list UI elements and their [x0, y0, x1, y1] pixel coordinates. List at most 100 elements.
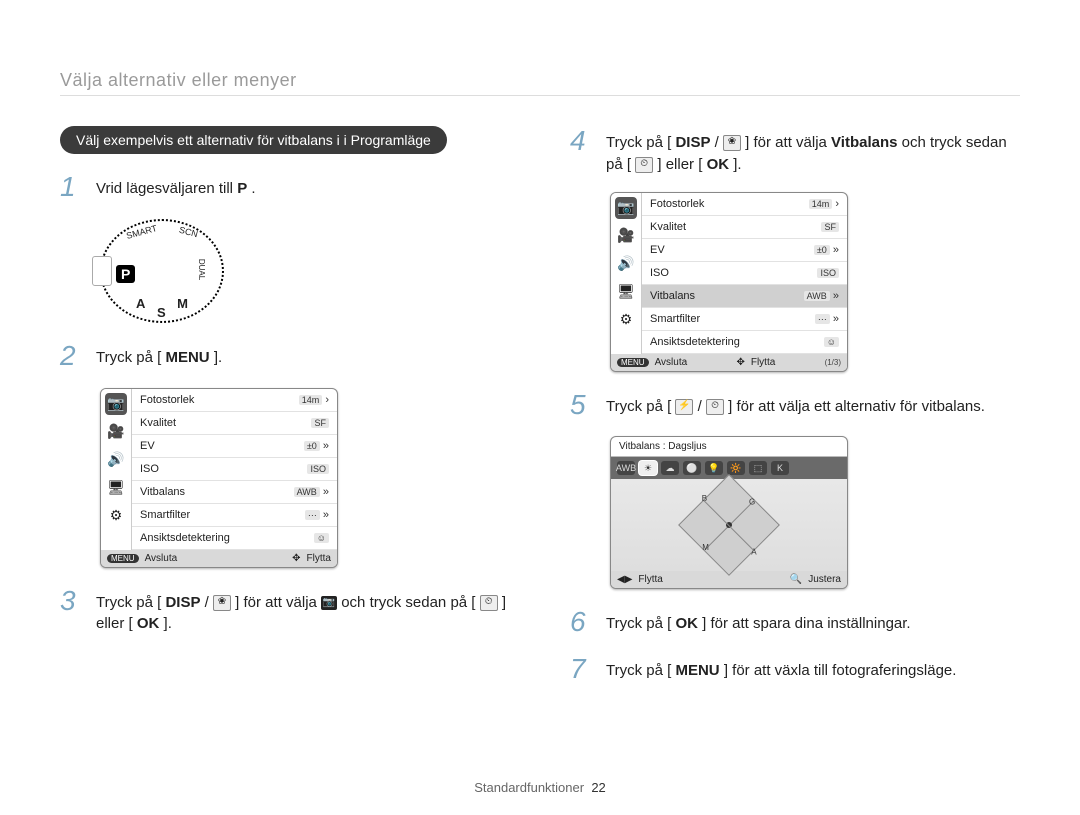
page-footer: Standardfunktioner 22 [0, 780, 1080, 795]
step-2: 2 Tryck på [ MENU ]. [60, 341, 510, 372]
row-label: Fotostorlek [140, 394, 194, 406]
row-label: Ansiktsdetektering [650, 336, 740, 348]
list-item: Kvalitet SF [642, 216, 847, 239]
step-7: 7 Tryck på [ MENU ] för att växla till f… [570, 654, 1020, 685]
list-item: KvalitetSF [132, 412, 337, 435]
text: Tryck på [ [606, 134, 671, 151]
list-item: Ansiktsdetektering ☺ [132, 527, 337, 550]
step-number: 7 [570, 654, 592, 685]
row-value: 14m [299, 395, 323, 405]
footer-page-number: 22 [591, 780, 605, 795]
row-label: Fotostorlek [650, 198, 704, 210]
text: Tryck på [ [96, 594, 161, 611]
mode-dial-a: A [136, 296, 145, 311]
wb-chip-selected: ☀ [639, 461, 657, 475]
mode-dial-m: M [177, 296, 188, 311]
wb-chip: ☁ [661, 461, 679, 475]
row-value: ISO [817, 268, 839, 278]
row-value: ☺ [314, 533, 329, 543]
step-text: Tryck på [ OK ] för att spara dina instä… [606, 607, 911, 638]
text: Tryck på [ [606, 615, 671, 632]
example-pill: Välj exempelvis ett alternativ för vitba… [60, 126, 447, 154]
lcd-menu-list: Fotostorlek14m › Kvalitet SF EV ±0 » ISOIS… [642, 193, 847, 354]
row-arrow: » [833, 313, 839, 325]
axis-a: A [751, 548, 756, 557]
footer-section-label: Standardfunktioner [474, 780, 584, 795]
footer-move-label: Flytta [751, 357, 775, 368]
step-text: Tryck på [ MENU ] för att växla till fot… [606, 654, 956, 685]
mode-dial-smart: SMART [125, 223, 158, 241]
row-label: Kvalitet [650, 221, 686, 233]
list-item: Smartfilter⋯ » [132, 504, 337, 527]
sound-tab-icon: 🔊 [615, 253, 637, 275]
row-value: ⋯ [305, 510, 320, 520]
list-item-selected: Vitbalans AWB » [642, 285, 847, 308]
text: Tryck på [ [606, 662, 671, 679]
sound-tab-icon: 🔊 [105, 449, 127, 471]
row-label: Kvalitet [140, 417, 176, 429]
row-label: ISO [140, 463, 159, 475]
row-value: ±0 [814, 245, 830, 255]
two-column-layout: Välj exempelvis ett alternativ för vitba… [60, 126, 1020, 701]
right-column: 4 Tryck på [ DISP / ❀ ] för att välja Vi… [570, 126, 1020, 701]
row-value: SF [821, 222, 839, 232]
wb-title: Vitbalans : Dagsljus [611, 437, 847, 457]
row-arrow: » [323, 509, 329, 521]
wb-chip: K [771, 461, 789, 475]
timer-icon: ⏲ [480, 595, 498, 611]
wb-center-dot [725, 521, 733, 529]
list-item: Smartfilter⋯ » [642, 308, 847, 331]
wb-chip: 🔆 [727, 461, 745, 475]
wb-diamond: G M B A [678, 474, 780, 576]
text: ]. [164, 615, 172, 632]
display-tab-icon: 🖥 [615, 281, 637, 303]
text: Vrid lägesväljaren till [96, 180, 237, 197]
ok-button-label: OK [137, 615, 160, 632]
menu-pill-icon: MENU [107, 554, 139, 563]
row-label: EV [650, 244, 665, 256]
step-number: 2 [60, 341, 82, 372]
row-value: ☺ [824, 337, 839, 347]
wb-adjust-canvas: G M B A [611, 479, 847, 571]
mode-p-letter: P [237, 180, 247, 197]
text: ] för att växla till fotograferingsläge. [724, 662, 957, 679]
row-arrow: » [833, 290, 839, 302]
mode-dial-scn: SCN [178, 225, 199, 240]
lcd-footer: MENU Avsluta ✥ Flytta [101, 550, 337, 567]
footer-adjust-label: Justera [808, 574, 841, 585]
vitbalans-bold: Vitbalans [831, 134, 897, 151]
menu-pill-icon: MENU [617, 358, 649, 367]
text: ] för att välja [745, 134, 831, 151]
axis-b: B [702, 494, 707, 503]
wb-chip: ⚪ [683, 461, 701, 475]
wb-chip: 💡 [705, 461, 723, 475]
row-value: ISO [307, 464, 329, 474]
row-arrow: » [833, 244, 839, 256]
camera-tab-icon: 📷 [615, 197, 637, 219]
lcd-footer: MENU Avsluta ✥ Flytta (1/3) [611, 354, 847, 371]
white-balance-lcd: Vitbalans : Dagsljus AWB ☀ ☁ ⚪ 💡 🔆 ⬚ K G… [610, 436, 848, 589]
row-value: AWB [804, 291, 830, 301]
row-label: Smartfilter [650, 313, 700, 325]
nav-icon: ✥ [292, 553, 300, 564]
ok-button-label: OK [675, 615, 698, 632]
menu-button-label: MENU [675, 662, 719, 679]
timer-icon: ⏲ [706, 399, 724, 415]
camera-lcd-menu-selected: 📷 🎥 🔊 🖥 ⚙ Fotostorlek14m › KvalitetSF EV… [610, 192, 848, 372]
mode-dial-p: P [116, 265, 135, 283]
macro-flower-icon: ❀ [723, 135, 741, 151]
step-number: 6 [570, 607, 592, 638]
row-label: Vitbalans [650, 290, 695, 302]
row-label: Ansiktsdetektering [140, 532, 230, 544]
list-item: ISOISO [642, 262, 847, 285]
list-item: ISO ISO [132, 458, 337, 481]
page-indicator: (1/3) [825, 358, 841, 367]
text: Tryck på [ [96, 349, 161, 366]
footer-move-label: Flytta [307, 553, 331, 564]
nav-icon: ✥ [736, 357, 744, 368]
step-text: Tryck på [ DISP / ❀ ] för att välja Vitb… [606, 126, 1020, 176]
text: / [205, 594, 209, 611]
text: ]. [214, 349, 222, 366]
left-column: Välj exempelvis ett alternativ för vitba… [60, 126, 510, 701]
list-item: Fotostorlek14m › [642, 193, 847, 216]
